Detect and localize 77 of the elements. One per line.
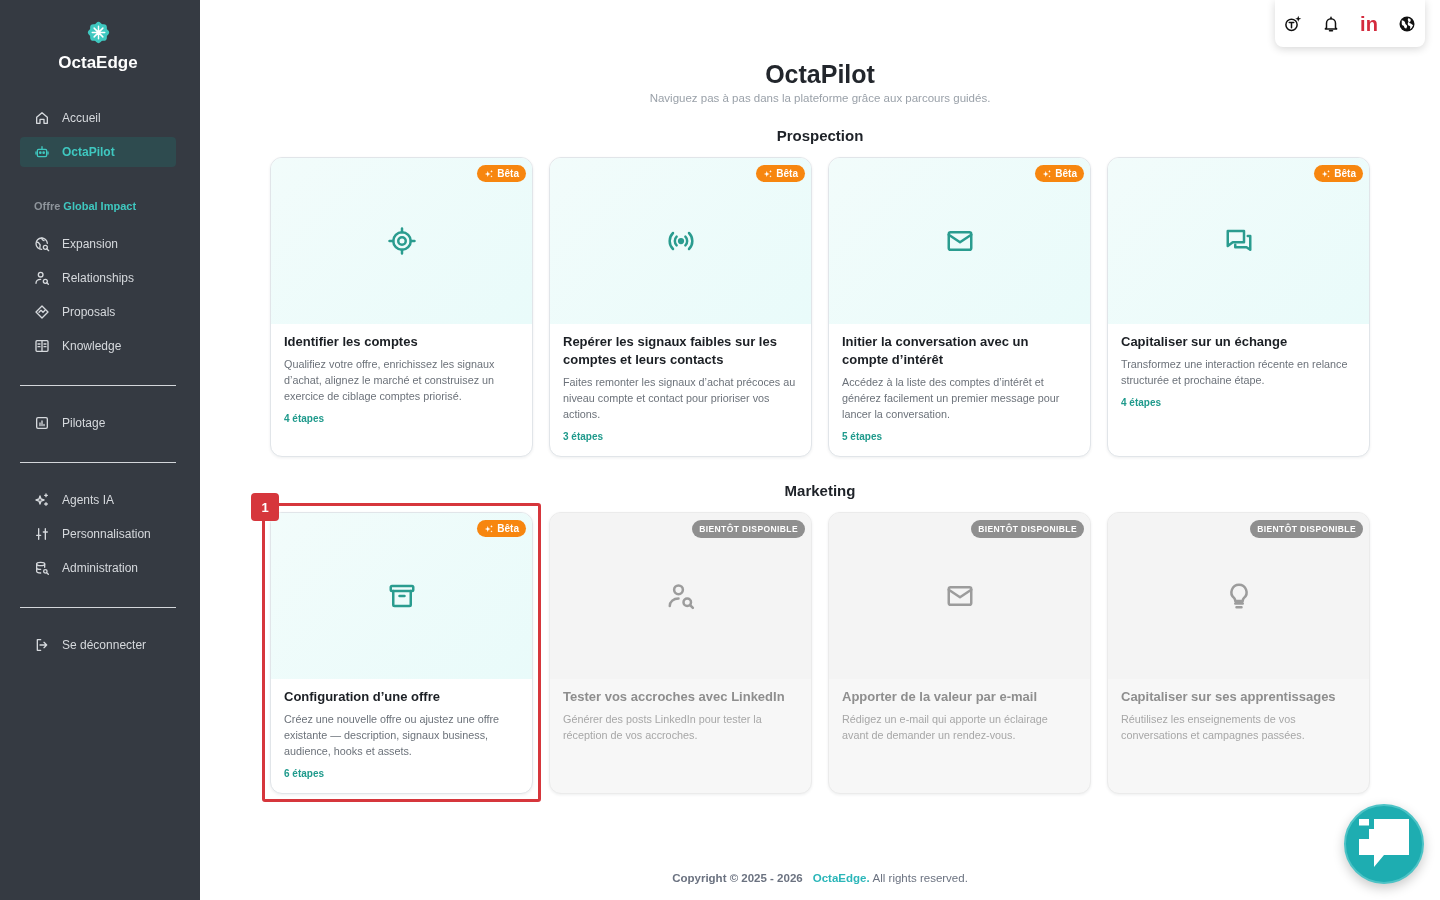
diamond-icon (34, 304, 50, 320)
card-description: Transformez une interaction récente en relance structurée et prochaine étape. (1121, 357, 1349, 388)
nav-item[interactable]: Relationships (20, 263, 176, 293)
sparkle-icon (1321, 168, 1332, 179)
offer-heading: Offre Global Impact (33, 199, 138, 213)
book-icon (34, 338, 50, 354)
card-title: Apporter de la valeur par e-mail (842, 688, 1039, 706)
section-title: Prospection (776, 126, 864, 146)
globe-icon (1398, 14, 1416, 33)
card-description: Accédez à la liste des comptes d’intérêt et générez facilement un premier message pour lancer la conversation. (842, 375, 1061, 422)
page-subtitle: Naviguez pas à pas dans la plateforme grâce aux parcours guidés. (649, 91, 991, 105)
coming-soon-badge: BIENTÔT DISPONIBLE (692, 520, 805, 538)
nav-item[interactable]: Knowledge (20, 331, 176, 361)
beta-badge: Bêta (756, 165, 805, 182)
card-title: Identifier les comptes (284, 333, 419, 351)
beta-badge: Bêta (1314, 165, 1363, 182)
steps-count: 5 étapes (842, 430, 884, 443)
database-search-icon (34, 560, 50, 576)
coming-soon-badge: BIENTÔT DISPONIBLE (1250, 520, 1363, 538)
card-description: Générer des posts LinkedIn pour tester la réception de vos accroches. (563, 712, 763, 743)
card-title: Repérer les signaux faibles sur les comptes et leurs contacts (563, 333, 778, 369)
guide-card[interactable]: Bêta Capitaliser sur un échange Transformez une interaction récente en relance structurée et prochaine étape. 4 étapes (1107, 157, 1370, 457)
annotation-number: 1 (251, 493, 279, 521)
nav-item[interactable]: Agents IA (20, 485, 176, 515)
steps-count: 4 étapes (284, 412, 326, 425)
brand-name: OctaEdge (58, 53, 138, 73)
nav-item[interactable]: Personnalisation (20, 519, 176, 549)
card-title: Tester vos accroches avec LinkedIn (563, 688, 786, 706)
nav-item[interactable]: OctaPilot (20, 137, 176, 167)
steps-count: 3 étapes (563, 430, 605, 443)
logout-icon (34, 637, 50, 653)
guide-card[interactable]: Bêta Initier la conversation avec un compte d’intérêt Accédez à la liste des comptes d’intérêt et générez facilement un premier message pour lancer la conversation. 5 étapes (828, 157, 1091, 457)
bar-chart-icon (34, 415, 50, 431)
card-title: Capitaliser sur ses apprentissages (1121, 688, 1337, 706)
user-search-icon (34, 270, 50, 286)
target-icon (386, 226, 417, 256)
steps-count: 6 étapes (284, 767, 326, 780)
card-description: Qualifiez votre offre, enrichissez les signaux d’achat, alignez le marché et construisez un exercice de ciblage comptes priorisé. (284, 357, 496, 404)
card-description: Réutilisez les enseignements de vos conversations et campagnes passées. (1121, 712, 1306, 743)
chat-button[interactable] (1344, 804, 1424, 884)
robot-icon (34, 144, 50, 160)
section-title: Marketing (784, 481, 856, 501)
steps-count: 4 étapes (1121, 396, 1163, 409)
nav-item[interactable]: Pilotage (20, 408, 176, 438)
sparkle-icon (1042, 168, 1053, 179)
card-title: Capitaliser sur un échange (1121, 333, 1289, 351)
beta-badge: Bêta (477, 520, 526, 537)
sliders-icon (34, 526, 50, 542)
card-title: Configuration d’une offre (284, 688, 441, 706)
nav-item[interactable]: Accueil (20, 103, 176, 133)
sparkle-icon (484, 168, 495, 179)
beta-badge: Bêta (477, 165, 526, 182)
linkedin-button[interactable]: in (1353, 7, 1385, 40)
coming-soon-badge: BIENTÔT DISPONIBLE (971, 520, 1084, 538)
sparkle-icon (484, 523, 495, 534)
chat-bubble-icon (1359, 819, 1409, 869)
card-description: Faites remonter les signaux d’achat précoces au niveau compte et contact pour prioriser vos actions. (563, 375, 797, 422)
home-icon (34, 110, 50, 126)
globe-search-icon (34, 236, 50, 252)
beta-badge: Bêta (1035, 165, 1084, 182)
nav-item[interactable]: Expansion (20, 229, 176, 259)
sparkles-icon (34, 492, 50, 508)
text-sparkle-icon (1284, 14, 1302, 33)
nav-item[interactable]: Administration (20, 553, 176, 583)
guide-card[interactable]: Bêta Configuration d’une offre Créez une nouvelle offre ou ajustez une offre existante — description, signaux business, audience, hooks et assets. 6 étapes (270, 512, 533, 794)
nav-item[interactable]: Proposals (20, 297, 176, 327)
bell-icon (1322, 14, 1340, 33)
page-title: OctaPilot (765, 59, 875, 89)
rights-text: All rights reserved. (872, 871, 968, 885)
guide-card[interactable]: Bêta Identifier les comptes Qualifiez votre offre, enrichissez les signaux d’achat, alignez le marché et construisez un exercice de ciblage comptes priorisé. 4 étapes (270, 157, 533, 457)
card-title: Initier la conversation avec un compte d’intérêt (842, 333, 1030, 369)
nav-item[interactable]: Se déconnecter (20, 630, 176, 660)
card-description: Créez une nouvelle offre ou ajustez une offre existante — description, signaux business, audience, hooks et assets. (284, 712, 501, 759)
guide-card[interactable]: Bêta Repérer les signaux faibles sur les comptes et leurs contacts Faites remonter les signaux d’achat précoces au niveau compte et contact pour prioriser vos actions. 3 étapes (549, 157, 812, 457)
sparkle-icon (763, 168, 774, 179)
copyright-text: Copyright © 2025 - 2026 (672, 871, 803, 885)
card-description: Rédigez un e-mail qui apporte un éclairage avant de demander un rendez-vous. (842, 712, 1049, 743)
